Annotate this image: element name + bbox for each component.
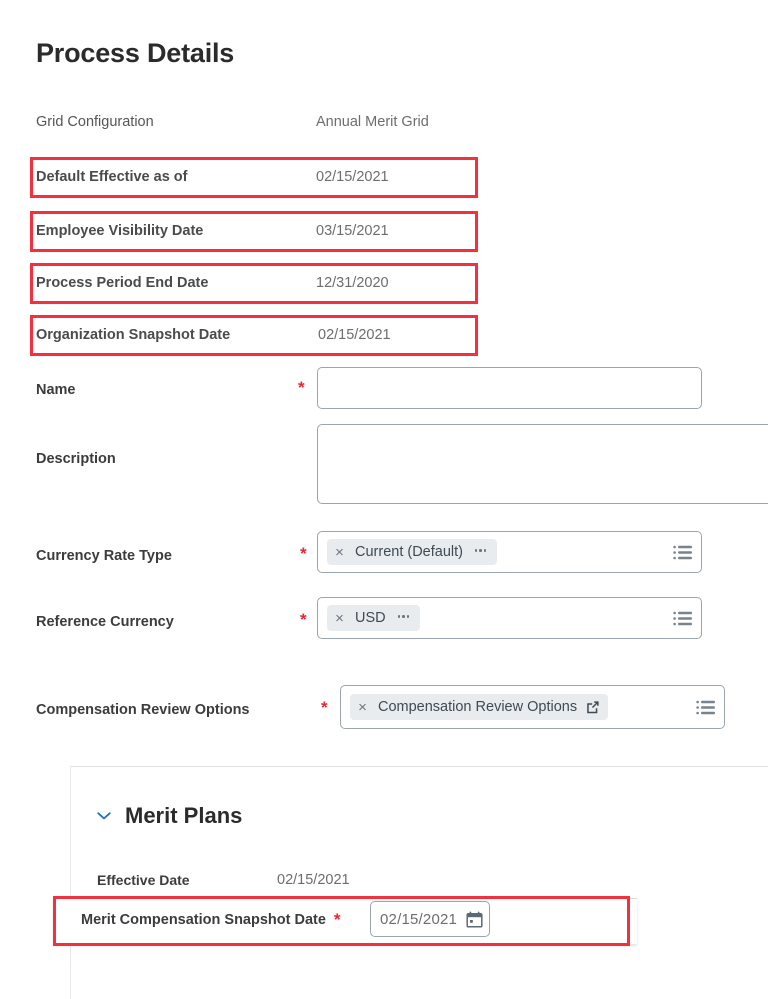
merit-plans-panel: Merit Plans Effective Date 02/15/2021 Me… [53, 766, 768, 999]
merit-snapshot-date-value: 02/15/2021 [380, 910, 458, 928]
list-menu-icon[interactable] [673, 545, 692, 560]
detail-row-employee-visibility-date: Employee Visibility Date 03/15/2021 [36, 216, 476, 246]
detail-label: Default Effective as of [36, 169, 188, 185]
chevron-down-icon[interactable] [97, 811, 111, 821]
reference-currency-chip[interactable]: × USD [327, 605, 421, 631]
merit-effective-date-label: Effective Date [97, 872, 190, 888]
currency-rate-type-chip[interactable]: × Current (Default) [327, 539, 498, 565]
detail-value: 02/15/2021 [318, 327, 391, 343]
name-label: Name [36, 382, 76, 398]
field-row-description: Description [36, 444, 116, 474]
process-details-page: Process Details Grid Configuration Annua… [0, 0, 768, 999]
merit-plans-title: Merit Plans [125, 803, 243, 828]
merit-effective-date-row: Effective Date [97, 872, 190, 888]
detail-label: Employee Visibility Date [36, 223, 204, 239]
compensation-review-options-required-marker: * [321, 698, 328, 717]
currency-rate-type-label: Currency Rate Type [36, 548, 172, 564]
chip-label: Current (Default) [355, 544, 463, 560]
merit-snapshot-date-required-marker: * [333, 910, 341, 929]
list-menu-icon[interactable] [673, 611, 692, 626]
compensation-review-options-field[interactable]: × Compensation Review Options [340, 685, 725, 729]
field-row-name: Name [36, 375, 76, 405]
reference-currency-required-marker: * [300, 610, 307, 629]
detail-row-grid-configuration: Grid Configuration Annual Merit Grid [36, 108, 476, 136]
detail-row-default-effective-as-of: Default Effective as of 02/15/2021 [36, 162, 476, 192]
list-menu-icon[interactable] [696, 700, 715, 715]
detail-label: Process Period End Date [36, 275, 209, 291]
field-row-compensation-review-options: Compensation Review Options [36, 695, 250, 725]
chip-remove-icon[interactable]: × [333, 545, 346, 560]
name-input[interactable] [317, 367, 702, 409]
name-required-marker: * [298, 378, 305, 397]
reference-currency-field[interactable]: × USD [317, 597, 702, 639]
reference-currency-label: Reference Currency [36, 614, 174, 630]
description-label: Description [36, 451, 116, 467]
compensation-review-options-label: Compensation Review Options [36, 702, 250, 718]
detail-label: Grid Configuration [36, 114, 154, 130]
currency-rate-type-required-marker: * [300, 544, 307, 563]
chip-remove-icon[interactable]: × [333, 611, 346, 626]
merit-plans-header[interactable]: Merit Plans [97, 803, 242, 829]
more-icon[interactable] [472, 549, 490, 555]
detail-row-process-period-end-date: Process Period End Date 12/31/2020 [36, 268, 476, 298]
detail-value: 03/15/2021 [316, 223, 389, 239]
merit-snapshot-date-label: Merit Compensation Snapshot Date [81, 911, 326, 928]
detail-value: 12/31/2020 [316, 275, 389, 291]
merit-snapshot-date-row: Merit Compensation Snapshot Date * [81, 911, 341, 928]
currency-rate-type-field[interactable]: × Current (Default) [317, 531, 702, 573]
field-row-reference-currency: Reference Currency [36, 607, 174, 637]
page-title: Process Details [36, 38, 235, 68]
chip-label: Compensation Review Options [378, 699, 578, 715]
chip-label: USD [355, 610, 386, 626]
detail-value: 02/15/2021 [316, 169, 389, 185]
merit-snapshot-date-input[interactable]: 02/15/2021 [370, 901, 490, 937]
detail-row-organization-snapshot-date: Organization Snapshot Date 02/15/2021 [36, 320, 476, 350]
merit-effective-date-value: 02/15/2021 [277, 872, 350, 888]
external-link-icon[interactable] [586, 700, 600, 714]
compensation-review-options-chip[interactable]: × Compensation Review Options [350, 694, 609, 720]
more-icon[interactable] [395, 615, 413, 621]
detail-label: Organization Snapshot Date [36, 327, 231, 343]
detail-value: Annual Merit Grid [316, 114, 429, 130]
calendar-icon[interactable] [466, 911, 483, 928]
field-row-currency-rate-type: Currency Rate Type [36, 541, 172, 571]
chip-remove-icon[interactable]: × [356, 700, 369, 715]
description-textarea[interactable] [317, 424, 768, 504]
